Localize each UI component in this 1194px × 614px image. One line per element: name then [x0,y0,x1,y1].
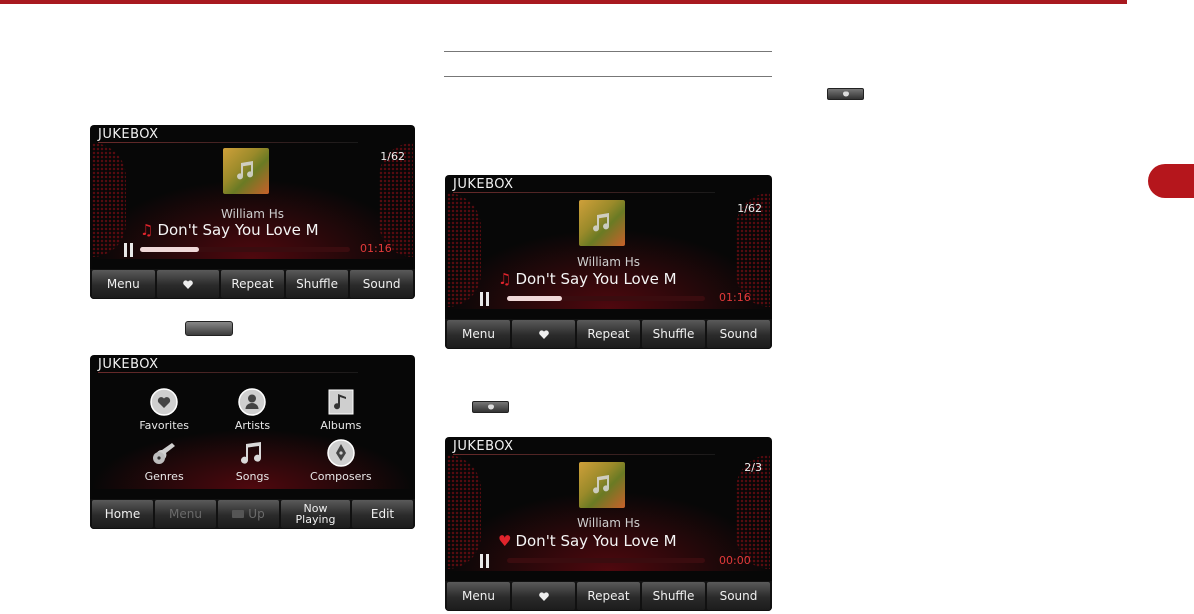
progress-bar[interactable] [507,296,705,301]
pen-nib-icon [327,439,355,467]
repeat-button[interactable]: Repeat [577,582,640,610]
button-bar: Menu Repeat Shuffle Sound [90,269,415,299]
playing-note-icon: ♫ [498,270,512,288]
sound-button[interactable]: Sound [350,270,413,298]
menu-button[interactable]: Menu [92,270,155,298]
title-divider [98,142,358,143]
guitar-icon [153,443,176,464]
edit-button[interactable]: Edit [352,500,413,528]
category-label: Genres [144,470,184,483]
progress-bar[interactable] [140,247,350,252]
album-art [223,148,269,194]
song-title-row: ♫ Don't Say You Love M [140,221,350,239]
heart-icon [538,591,549,601]
category-label: Composers [310,470,372,483]
favorite-button[interactable] [512,320,575,348]
category-artists[interactable]: Artists [208,387,296,432]
favorite-button[interactable] [156,270,220,298]
elapsed-time: 01:16 [360,242,392,255]
song-title: Don't Say You Love M [157,221,319,239]
shuffle-button[interactable]: Shuffle [285,270,349,298]
heart-icon [183,279,193,289]
title-divider [453,192,715,193]
button-bar: Menu Repeat Shuffle Sound [445,319,772,349]
song-title: Don't Say You Love M [515,270,677,288]
screen-title: JUKEBOX [98,127,159,142]
chapter-side-tab [1148,164,1194,198]
jukebox-menu-screen: JUKEBOX Favorites Artists Albums Genres … [90,355,415,529]
song-title: Don't Say You Love M [515,532,677,550]
pause-icon[interactable] [480,292,490,306]
music-note-icon [237,161,254,180]
shuffle-button[interactable]: Shuffle [642,582,705,610]
playing-note-icon: ♫ [140,221,154,239]
category-label: Albums [320,419,362,432]
progress-fill [140,247,199,252]
favorite-button-illustration-2 [472,401,509,413]
home-button[interactable]: Home [92,500,153,528]
song-title-row: ♫ Don't Say You Love M [498,270,698,288]
folder-up-icon [232,510,245,518]
track-number: 2/3 [744,461,762,474]
category-favorites[interactable]: Favorites [120,387,208,432]
category-songs[interactable]: Songs [208,438,296,483]
category-label: Favorites [139,419,190,432]
now-playing-screen-1: JUKEBOX 1/62 William Hs ♫ Don't Say You L… [90,125,415,299]
page-top-rule [0,0,1127,4]
album-art [579,462,625,508]
section-rule-bottom [444,76,772,77]
category-label: Artists [234,419,271,432]
elapsed-time: 00:00 [719,554,751,567]
song-title-row: ♥ Don't Say You Love M [498,532,698,550]
person-icon [238,388,267,416]
pause-icon[interactable] [124,243,134,257]
sound-button[interactable]: Sound [707,582,770,610]
category-composers[interactable]: Composers [297,438,385,483]
now-playing-button[interactable]: Now Playing [281,500,350,528]
repeat-button[interactable]: Repeat [221,270,284,298]
sound-button[interactable]: Sound [707,320,770,348]
up-button[interactable]: Up [218,500,279,528]
menu-button[interactable]: Menu [447,320,510,348]
heart-icon [538,329,549,339]
title-divider [453,454,715,455]
category-grid: Favorites Artists Albums Genres Songs Co… [120,387,385,483]
category-albums[interactable]: Albums [297,387,385,432]
screen-title: JUKEBOX [453,177,514,192]
track-number: 1/62 [737,202,762,215]
artist-name: William Hs [576,255,641,269]
favorite-button[interactable] [512,582,575,610]
shuffle-button[interactable]: Shuffle [642,320,705,348]
track-number: 1/62 [380,150,405,163]
music-note-icon [328,389,354,415]
now-playing-screen-3: JUKEBOX 2/3 William Hs ♥ Don't Say You Lo… [445,437,772,611]
menu-button[interactable]: Menu [155,500,216,528]
double-note-icon [241,442,262,464]
favorite-heart-icon: ♥ [498,532,512,550]
category-genres[interactable]: Genres [120,438,208,483]
screen-title: JUKEBOX [453,439,514,454]
favorite-button-illustration [827,88,864,100]
button-bar: Home Menu Up Now Playing Edit [90,499,415,529]
now-playing-screen-2: JUKEBOX 1/62 William Hs ♫ Don't Say You L… [445,175,772,349]
up-label: Up [248,506,265,521]
progress-bar[interactable] [507,558,705,563]
repeat-button[interactable]: Repeat [577,320,640,348]
music-note-icon [593,475,610,494]
elapsed-time: 01:16 [719,291,751,304]
button-bar: Menu Repeat Shuffle Sound [445,581,772,611]
category-label: Songs [235,470,270,483]
artist-name: William Hs [220,207,285,221]
menu-button-illustration [185,321,233,336]
title-divider [98,372,358,373]
artist-name: William Hs [576,516,641,530]
screen-title: JUKEBOX [98,357,159,372]
pause-icon[interactable] [480,554,490,568]
section-rule-top [444,51,772,52]
progress-fill [507,296,563,301]
music-note-icon [593,213,610,232]
album-art [579,200,625,246]
menu-button[interactable]: Menu [447,582,510,610]
heart-icon [150,388,178,416]
